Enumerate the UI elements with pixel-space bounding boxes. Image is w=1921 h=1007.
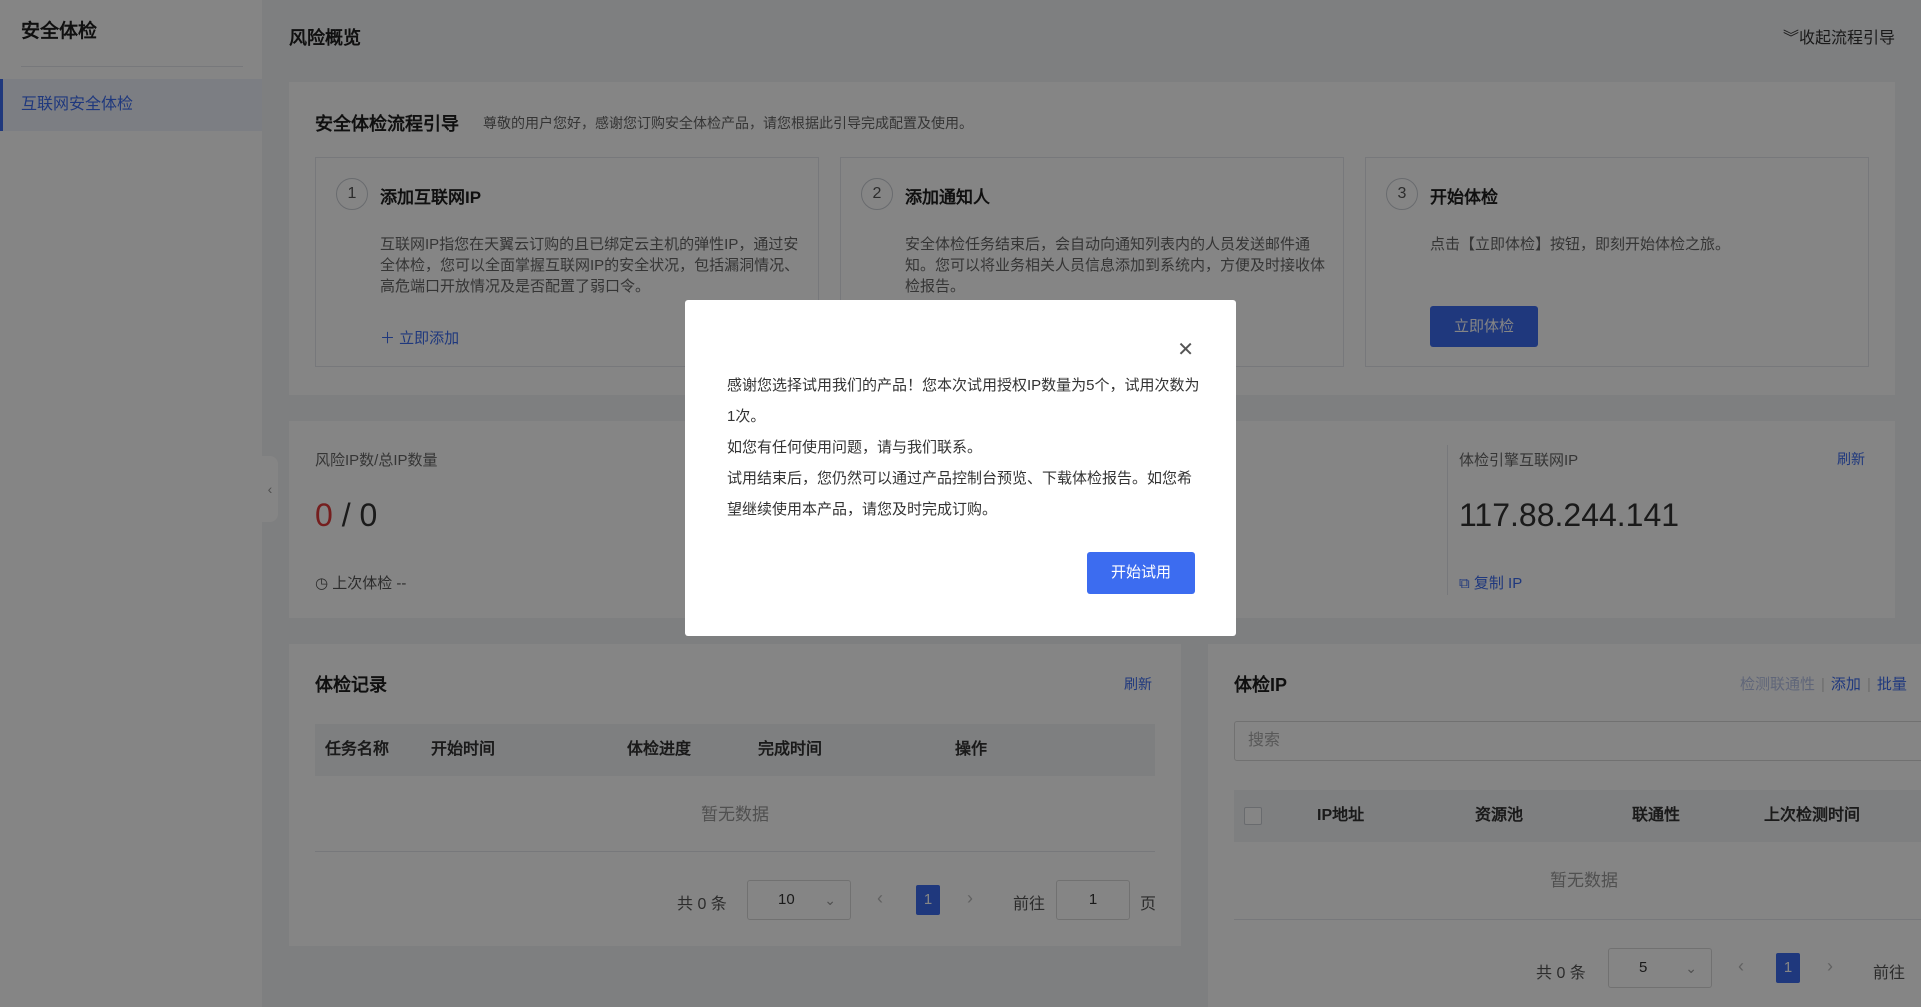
dialog-line: 感谢您选择试用我们的产品！您本次试用授权IP数量为5个，试用次数为1次。	[727, 377, 1200, 425]
start-trial-button[interactable]: 开始试用	[1087, 552, 1195, 594]
dialog-line: 试用结束后，您仍然可以通过产品控制台预览、下载体检报告。如您希望继续使用本产品，…	[727, 470, 1193, 518]
dialog-line: 如您有任何使用问题，请与我们联系。	[727, 439, 983, 456]
trial-dialog: ✕ 感谢您选择试用我们的产品！您本次试用授权IP数量为5个，试用次数为1次。 如…	[685, 300, 1236, 636]
close-icon[interactable]: ✕	[1177, 340, 1194, 360]
dialog-body: 感谢您选择试用我们的产品！您本次试用授权IP数量为5个，试用次数为1次。 如您有…	[727, 370, 1202, 525]
